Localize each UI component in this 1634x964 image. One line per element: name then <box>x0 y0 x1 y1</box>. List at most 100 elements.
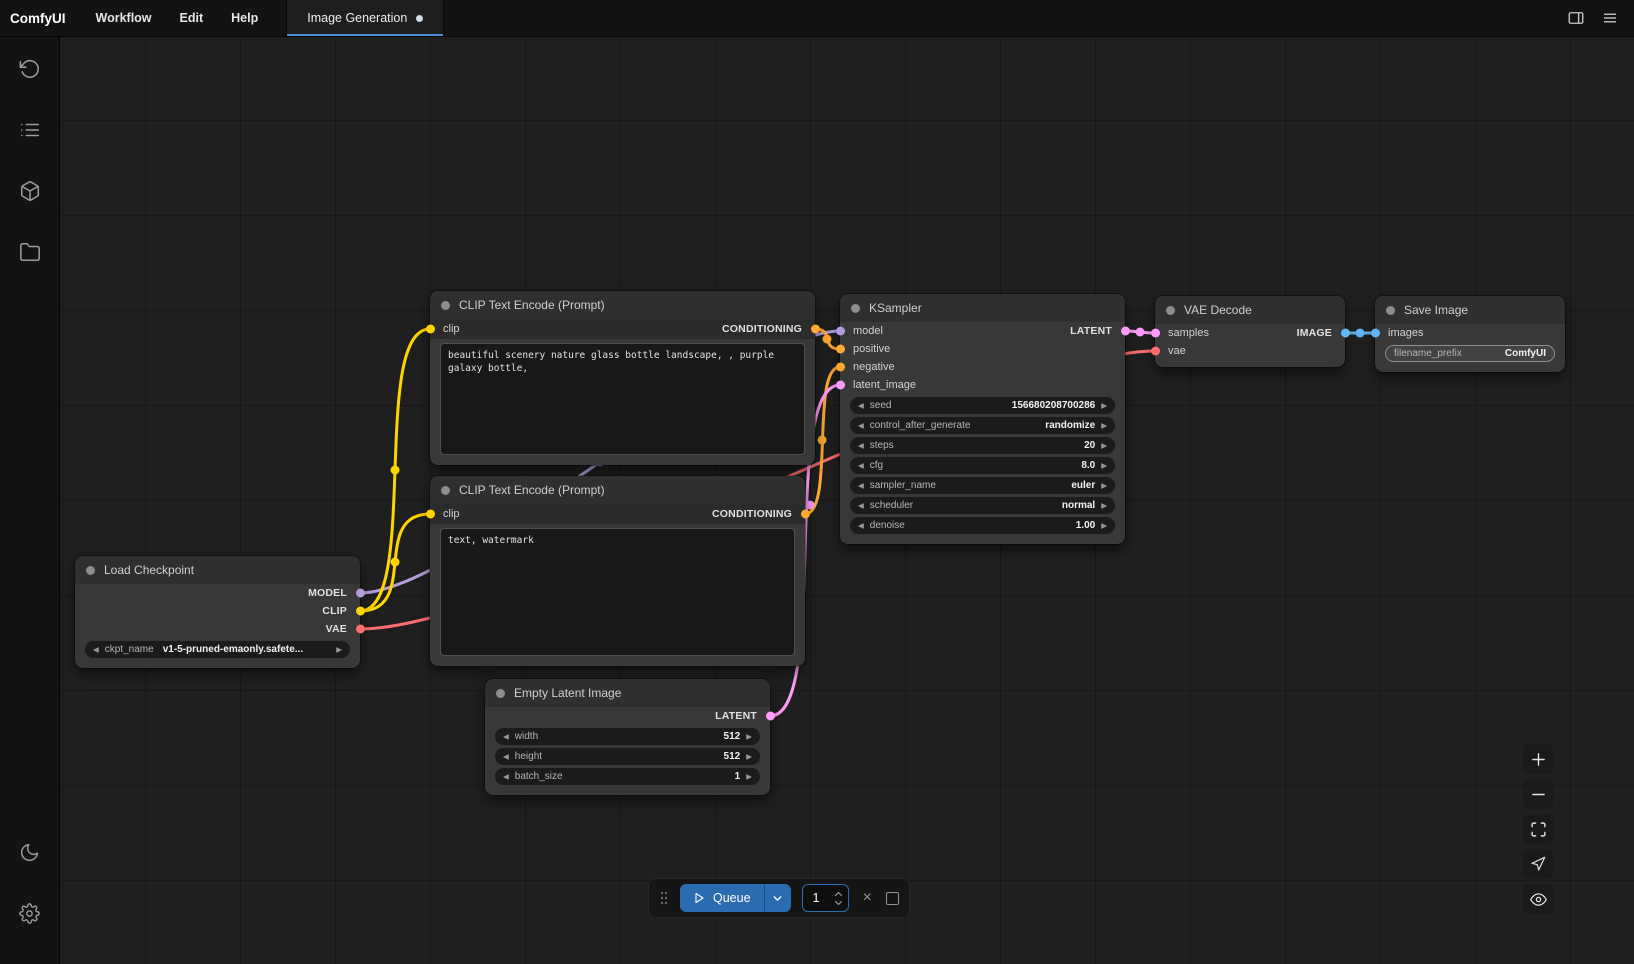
collapse-dot[interactable] <box>86 566 95 575</box>
link-midpoint-dot[interactable] <box>1356 329 1365 338</box>
settings-button[interactable] <box>12 895 48 931</box>
widget-denoise[interactable]: ◀ denoise 1.00 ▶ <box>850 517 1115 534</box>
node-title-bar[interactable]: VAE Decode <box>1155 296 1345 324</box>
widget-batch-size[interactable]: ◀ batch_size 1 ▶ <box>495 768 760 785</box>
port-latent-output[interactable] <box>766 712 775 721</box>
port-clip-input[interactable] <box>426 325 435 334</box>
prev-value-icon[interactable]: ◀ <box>858 422 864 430</box>
widget-seed[interactable]: ◀ seed 156680208700286 ▶ <box>850 397 1115 414</box>
node-empty-latent-image[interactable]: Empty Latent Image LATENT ◀ width 512 ▶ … <box>485 679 770 795</box>
node-title-bar[interactable]: Load Checkpoint <box>75 556 360 584</box>
port-clip-output[interactable] <box>356 607 365 616</box>
increment-icon[interactable]: ▶ <box>1101 442 1107 450</box>
queue-button[interactable]: Queue <box>680 884 764 912</box>
batch-count-input[interactable]: 1 <box>802 884 849 912</box>
widget-cfg[interactable]: ◀ cfg 8.0 ▶ <box>850 457 1115 474</box>
collapse-dot[interactable] <box>851 304 860 313</box>
decrement-icon[interactable]: ◀ <box>858 522 864 530</box>
prev-value-icon[interactable]: ◀ <box>858 482 864 490</box>
stop-button[interactable] <box>886 892 899 905</box>
zoom-in-button[interactable] <box>1523 744 1553 774</box>
node-title-bar[interactable]: Save Image <box>1375 296 1565 324</box>
port-model-output[interactable] <box>356 589 365 598</box>
main-menu-button[interactable] <box>1596 4 1624 32</box>
drag-handle[interactable] <box>659 890 669 906</box>
decrement-icon[interactable]: ◀ <box>503 773 509 781</box>
menu-help[interactable]: Help <box>217 0 272 36</box>
widget-steps[interactable]: ◀ steps 20 ▶ <box>850 437 1115 454</box>
next-value-icon[interactable]: ▶ <box>1101 502 1107 510</box>
next-value-icon[interactable]: ▶ <box>1101 482 1107 490</box>
link-midpoint-dot[interactable] <box>1136 328 1145 337</box>
collapse-dot[interactable] <box>496 689 505 698</box>
prev-value-icon[interactable]: ◀ <box>93 646 99 654</box>
node-clip-text-encode-negative[interactable]: CLIP Text Encode (Prompt) clip CONDITION… <box>430 476 805 666</box>
widget-height[interactable]: ◀ height 512 ▶ <box>495 748 760 765</box>
port-negative-input[interactable] <box>836 363 845 372</box>
node-load-checkpoint[interactable]: Load Checkpoint MODEL CLIP VAE ◀ ckpt_na… <box>75 556 360 668</box>
node-save-image[interactable]: Save Image images filename_prefix ComfyU… <box>1375 296 1565 372</box>
toggle-panel-button[interactable] <box>1562 4 1590 32</box>
port-latent-image-input[interactable] <box>836 381 845 390</box>
port-image-output[interactable] <box>1341 329 1350 338</box>
widget-sampler-name[interactable]: ◀ sampler_name euler ▶ <box>850 477 1115 494</box>
zoom-out-button[interactable] <box>1523 779 1553 809</box>
widget-filename-prefix[interactable]: filename_prefix ComfyUI <box>1385 345 1555 362</box>
decrement-icon[interactable]: ◀ <box>858 402 864 410</box>
clear-queue-button[interactable]: × <box>860 890 875 906</box>
theme-toggle-button[interactable] <box>12 834 48 870</box>
increment-batch-button[interactable] <box>834 891 843 897</box>
select-mode-button[interactable] <box>1523 849 1553 879</box>
node-clip-text-encode-positive[interactable]: CLIP Text Encode (Prompt) clip CONDITION… <box>430 291 815 465</box>
queue-options-button[interactable] <box>764 884 791 912</box>
prompt-textarea[interactable]: beautiful scenery nature glass bottle la… <box>440 343 805 455</box>
increment-icon[interactable]: ▶ <box>746 733 752 741</box>
increment-icon[interactable]: ▶ <box>746 773 752 781</box>
menu-workflow[interactable]: Workflow <box>82 0 166 36</box>
node-library-button[interactable] <box>12 112 48 148</box>
collapse-dot[interactable] <box>1386 306 1395 315</box>
node-title-bar[interactable]: CLIP Text Encode (Prompt) <box>430 476 805 504</box>
widget-control-after-generate[interactable]: ◀ control_after_generate randomize ▶ <box>850 417 1115 434</box>
history-button[interactable] <box>12 51 48 87</box>
decrement-batch-button[interactable] <box>834 900 843 906</box>
decrement-icon[interactable]: ◀ <box>503 753 509 761</box>
port-clip-input[interactable] <box>426 510 435 519</box>
port-positive-input[interactable] <box>836 345 845 354</box>
fit-view-button[interactable] <box>1523 814 1553 844</box>
decrement-icon[interactable]: ◀ <box>858 442 864 450</box>
link-midpoint-dot[interactable] <box>818 436 827 445</box>
menu-edit[interactable]: Edit <box>166 0 218 36</box>
widget-width[interactable]: ◀ width 512 ▶ <box>495 728 760 745</box>
port-vae-output[interactable] <box>356 625 365 634</box>
port-images-input[interactable] <box>1371 329 1380 338</box>
port-vae-input[interactable] <box>1151 347 1160 356</box>
port-conditioning-output[interactable] <box>801 510 810 519</box>
link-midpoint-dot[interactable] <box>806 501 815 510</box>
prompt-textarea[interactable]: text, watermark <box>440 528 795 656</box>
comfyui-logo[interactable]: ComfyUI <box>0 0 82 36</box>
node-ksampler[interactable]: KSampler model LATENT positive negative … <box>840 294 1125 544</box>
widget-ckpt-name[interactable]: ◀ ckpt_name v1-5-pruned-emaonly.safete..… <box>85 641 350 658</box>
next-value-icon[interactable]: ▶ <box>1101 422 1107 430</box>
model-library-button[interactable] <box>12 173 48 209</box>
toggle-visibility-button[interactable] <box>1523 884 1553 914</box>
next-value-icon[interactable]: ▶ <box>336 646 342 654</box>
increment-icon[interactable]: ▶ <box>746 753 752 761</box>
workflows-button[interactable] <box>12 234 48 270</box>
increment-icon[interactable]: ▶ <box>1101 402 1107 410</box>
increment-icon[interactable]: ▶ <box>1101 462 1107 470</box>
widget-scheduler[interactable]: ◀ scheduler normal ▶ <box>850 497 1115 514</box>
port-latent-output[interactable] <box>1121 327 1130 336</box>
node-title-bar[interactable]: Empty Latent Image <box>485 679 770 707</box>
node-title-bar[interactable]: KSampler <box>840 294 1125 322</box>
collapse-dot[interactable] <box>441 486 450 495</box>
node-canvas[interactable]: Load Checkpoint MODEL CLIP VAE ◀ ckpt_na… <box>60 37 1634 964</box>
collapse-dot[interactable] <box>441 301 450 310</box>
link-midpoint-dot[interactable] <box>823 335 832 344</box>
decrement-icon[interactable]: ◀ <box>503 733 509 741</box>
collapse-dot[interactable] <box>1166 306 1175 315</box>
prev-value-icon[interactable]: ◀ <box>858 502 864 510</box>
port-samples-input[interactable] <box>1151 329 1160 338</box>
tab-image-generation[interactable]: Image Generation <box>286 0 444 36</box>
